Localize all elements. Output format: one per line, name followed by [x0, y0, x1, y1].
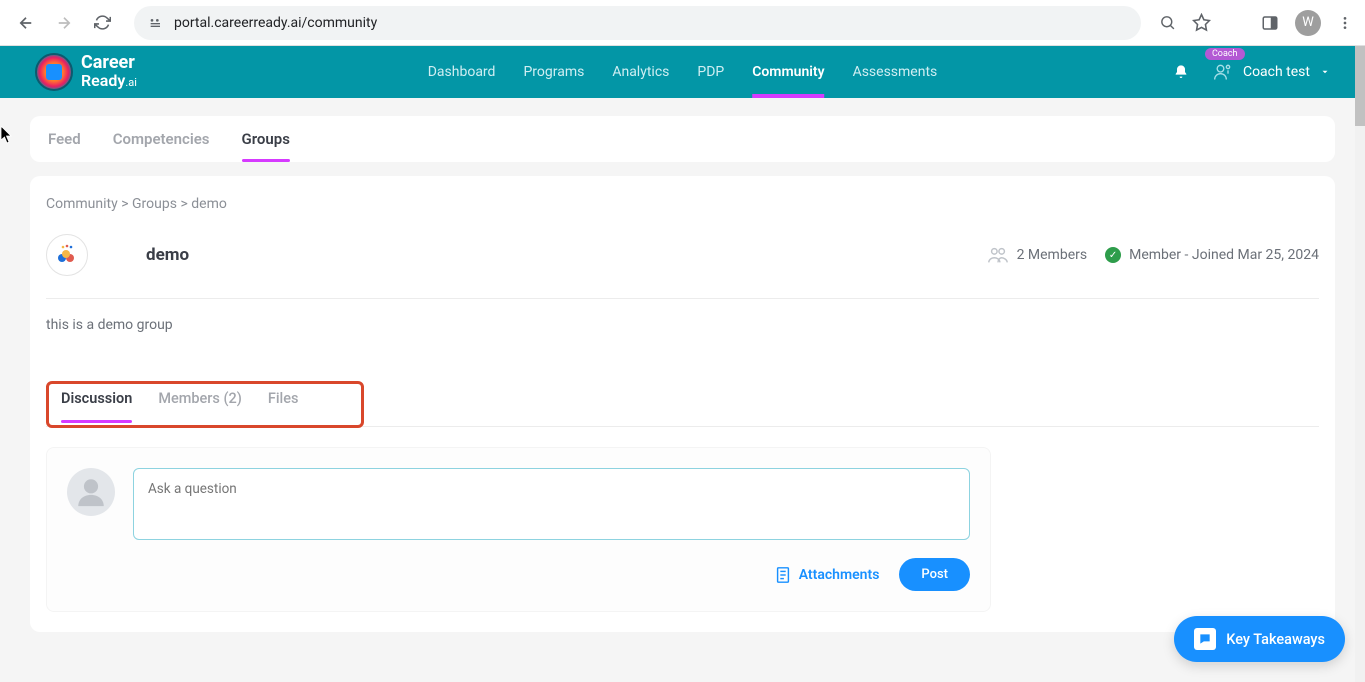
tab-discussion[interactable]: Discussion: [61, 390, 132, 411]
question-input[interactable]: [133, 468, 970, 540]
bell-icon[interactable]: [1173, 64, 1189, 80]
nav-assessments[interactable]: Assessments: [853, 48, 938, 96]
user-menu[interactable]: Coach Coach test: [1213, 62, 1330, 82]
group-title: demo: [146, 245, 189, 265]
reload-button[interactable]: [88, 9, 116, 37]
tab-groups[interactable]: Groups: [242, 116, 290, 162]
member-count: 2 Members: [1017, 247, 1088, 263]
attachments-link[interactable]: Attachments: [775, 566, 880, 584]
user-icon: [1213, 62, 1233, 82]
group-tabs-highlighted: Discussion Members (2) Files: [46, 381, 364, 428]
group-header: demo 2 Members ✓ Member - Joined Mar 25,…: [46, 234, 1319, 299]
forward-button[interactable]: [50, 9, 78, 37]
nav-community[interactable]: Community: [752, 48, 824, 96]
group-avatar-icon: [46, 234, 88, 276]
attachment-icon: [775, 566, 791, 584]
content-card: Community > Groups > demo demo 2 Members…: [30, 176, 1335, 632]
address-bar[interactable]: portal.careerready.ai/community: [134, 6, 1141, 40]
coach-badge: Coach: [1205, 48, 1245, 60]
logo[interactable]: Career Ready.ai: [35, 53, 137, 91]
nav-programs[interactable]: Programs: [523, 48, 584, 96]
members-icon: [987, 246, 1009, 264]
scrollbar[interactable]: [1355, 46, 1365, 682]
cursor-icon: [1, 126, 14, 148]
group-description: this is a demo group: [46, 317, 1319, 333]
breadcrumb-community[interactable]: Community: [46, 196, 118, 212]
panel-icon[interactable]: [1261, 14, 1279, 32]
community-subtabs: Feed Competencies Groups: [30, 116, 1335, 162]
check-badge-icon: ✓: [1105, 247, 1121, 263]
breadcrumb: Community > Groups > demo: [46, 196, 1319, 212]
tab-members[interactable]: Members (2): [158, 390, 242, 411]
url-text: portal.careerready.ai/community: [174, 15, 377, 31]
bookmark-star-icon[interactable]: [1192, 13, 1211, 32]
new-post-card: Attachments Post: [46, 447, 991, 612]
menu-dots-icon[interactable]: [1337, 15, 1353, 31]
nav-analytics[interactable]: Analytics: [612, 48, 669, 96]
tab-competencies[interactable]: Competencies: [113, 116, 210, 162]
nav-dashboard[interactable]: Dashboard: [428, 48, 496, 96]
zoom-icon[interactable]: [1159, 14, 1176, 31]
logo-text: Career Ready.ai: [81, 54, 137, 90]
key-takeaways-button[interactable]: Key Takeaways: [1174, 616, 1345, 662]
chevron-down-icon: [1320, 67, 1330, 77]
breadcrumb-groups[interactable]: Groups: [132, 196, 177, 212]
back-button[interactable]: [12, 9, 40, 37]
user-name: Coach test: [1243, 64, 1310, 80]
nav-pdp[interactable]: PDP: [697, 48, 724, 96]
main-navbar: Career Ready.ai Dashboard Programs Analy…: [0, 46, 1365, 98]
tab-files[interactable]: Files: [268, 390, 299, 411]
logo-mark-icon: [35, 53, 73, 91]
site-settings-icon: [148, 15, 164, 31]
member-status: Member - Joined Mar 25, 2024: [1129, 247, 1319, 263]
user-avatar-icon: [67, 468, 115, 516]
profile-avatar[interactable]: W: [1295, 10, 1321, 36]
chat-icon: [1194, 628, 1216, 650]
post-button[interactable]: Post: [899, 558, 970, 591]
scroll-thumb[interactable]: [1355, 46, 1365, 126]
browser-toolbar: portal.careerready.ai/community W: [0, 0, 1365, 46]
breadcrumb-current: demo: [191, 196, 227, 212]
tab-feed[interactable]: Feed: [48, 116, 81, 162]
